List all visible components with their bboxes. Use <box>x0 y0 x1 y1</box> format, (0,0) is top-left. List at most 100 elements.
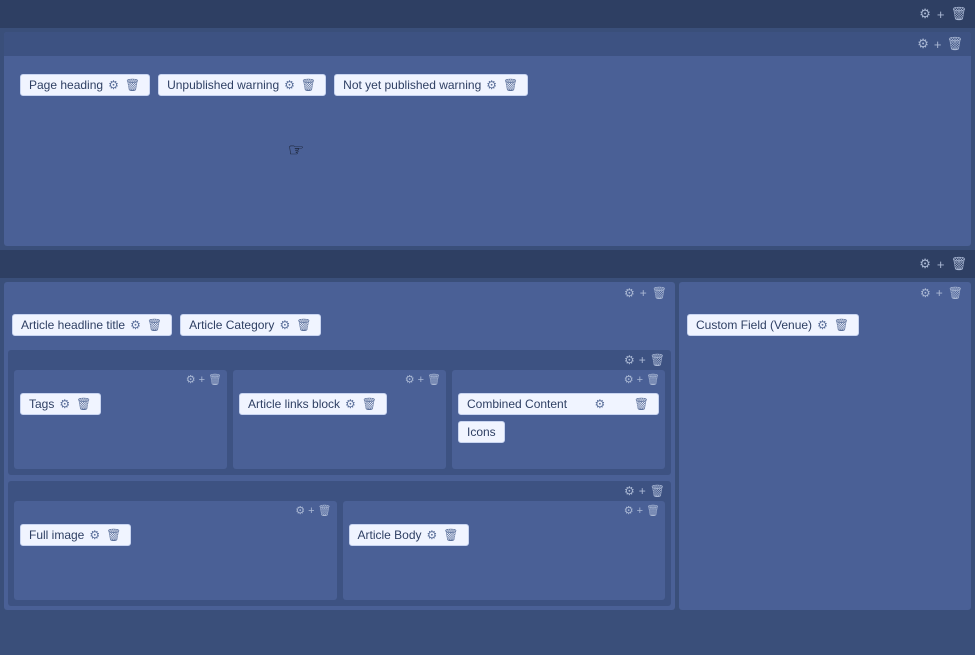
col-article-links-delete-icon[interactable]: 🗑 <box>427 373 441 386</box>
article-body-chip: Article Body ⚙ 🗑 <box>349 524 469 546</box>
subsection2: ⚙ + 🗑 ⚙ + 🗑 <box>8 481 671 606</box>
combined-content-chip: Combined Content ⚙ 🗑 <box>458 393 659 415</box>
subsection1-cols: ⚙ + 🗑 Tags ⚙ 🗑 <box>14 370 665 469</box>
article-headline-gear-icon[interactable]: ⚙ <box>129 318 142 332</box>
section1-content: Page heading ⚙ 🗑 Unpublished warning ⚙ 🗑… <box>4 56 971 246</box>
section2-main-plus-icon[interactable]: + <box>937 257 945 272</box>
custom-field-delete-icon[interactable]: 🗑 <box>833 318 850 332</box>
right-panel-chips: Custom Field (Venue) ⚙ 🗑 <box>679 304 971 346</box>
unpublished-warning-gear-icon[interactable]: ⚙ <box>283 78 296 92</box>
article-headline-chip: Article headline title ⚙ 🗑 <box>12 314 172 336</box>
right-panel-plus-icon[interactable]: + <box>936 286 943 300</box>
col-article-body: ⚙ + 🗑 Article Body ⚙ 🗑 <box>343 501 666 600</box>
article-category-delete-icon[interactable]: 🗑 <box>295 318 312 332</box>
col-combined-delete-icon[interactable]: 🗑 <box>646 373 660 386</box>
subsection2-cols: ⚙ + 🗑 Full image ⚙ 🗑 <box>14 501 665 600</box>
icons-chip: Icons <box>458 421 505 443</box>
combined-content-delete-icon[interactable]: 🗑 <box>633 397 650 411</box>
article-category-chip: Article Category ⚙ 🗑 <box>180 314 321 336</box>
article-category-gear-icon[interactable]: ⚙ <box>278 318 291 332</box>
section1: ⚙ + 🗑 Page heading ⚙ 🗑 Unpublished warni… <box>4 32 971 246</box>
subsection2-plus-icon[interactable]: + <box>639 484 646 498</box>
global-gear-icon[interactable]: ⚙ <box>919 6 931 22</box>
col-tags-delete-icon[interactable]: 🗑 <box>208 373 222 386</box>
page-heading-label: Page heading <box>29 78 103 92</box>
col-full-image-plus-icon[interactable]: + <box>308 504 314 517</box>
global-toolbar: ⚙ + 🗑 <box>0 0 975 28</box>
article-headline-delete-icon[interactable]: 🗑 <box>146 318 163 332</box>
full-image-label: Full image <box>29 528 84 542</box>
combined-content-label: Combined Content <box>467 397 567 411</box>
article-links-chip: Article links block ⚙ 🗑 <box>239 393 387 415</box>
subsection2-delete-icon[interactable]: 🗑 <box>650 484 665 498</box>
article-body-label: Article Body <box>358 528 422 542</box>
col-full-image-gear-icon[interactable]: ⚙ <box>295 504 305 517</box>
col-combined-toolbar: ⚙ + 🗑 <box>452 370 665 389</box>
full-image-delete-icon[interactable]: 🗑 <box>105 528 122 542</box>
left-panel-toolbar: ⚙ + 🗑 <box>4 282 675 304</box>
subsection1-delete-icon[interactable]: 🗑 <box>650 353 665 367</box>
col-combined-gear-icon[interactable]: ⚙ <box>624 373 634 386</box>
section1-gear-icon[interactable]: ⚙ <box>917 36 929 52</box>
cursor-pointer: ☞ <box>288 140 304 161</box>
right-panel: ⚙ + 🗑 Custom Field (Venue) ⚙ 🗑 <box>679 282 971 610</box>
col-combined-inner: Combined Content ⚙ 🗑 Icons <box>452 389 665 469</box>
global-delete-icon[interactable]: 🗑 <box>950 6 967 22</box>
subsection1-toolbar: ⚙ + 🗑 <box>8 350 671 370</box>
article-body-gear-icon[interactable]: ⚙ <box>426 528 439 542</box>
full-image-gear-icon[interactable]: ⚙ <box>88 528 101 542</box>
col-tags-toolbar: ⚙ + 🗑 <box>14 370 227 389</box>
custom-field-label: Custom Field (Venue) <box>696 318 812 332</box>
page-heading-gear-icon[interactable]: ⚙ <box>107 78 120 92</box>
global-plus-icon[interactable]: + <box>937 7 945 22</box>
tags-label: Tags <box>29 397 54 411</box>
combined-content-gear-icon[interactable]: ⚙ <box>594 397 607 411</box>
unpublished-warning-delete-icon[interactable]: 🗑 <box>300 78 317 92</box>
col-article-body-gear-icon[interactable]: ⚙ <box>624 504 634 517</box>
left-panel-plus-icon[interactable]: + <box>640 286 647 300</box>
col-article-links-plus-icon[interactable]: + <box>418 373 424 386</box>
col-full-image-delete-icon[interactable]: 🗑 <box>318 504 332 517</box>
col-full-image: ⚙ + 🗑 Full image ⚙ 🗑 <box>14 501 337 600</box>
subsection2-gear-icon[interactable]: ⚙ <box>624 484 635 498</box>
published-warning-gear-icon[interactable]: ⚙ <box>485 78 498 92</box>
section1-delete-icon[interactable]: 🗑 <box>946 36 963 52</box>
col-article-links-gear-icon[interactable]: ⚙ <box>405 373 415 386</box>
published-warning-chip: Not yet published warning ⚙ 🗑 <box>334 74 528 96</box>
col-combined-content: ⚙ + 🗑 Combined Content ⚙ 🗑 <box>452 370 665 469</box>
left-panel-delete-icon[interactable]: 🗑 <box>652 286 667 300</box>
published-warning-delete-icon[interactable]: 🗑 <box>502 78 519 92</box>
col-tags-plus-icon[interactable]: + <box>199 373 205 386</box>
col-full-image-toolbar: ⚙ + 🗑 <box>14 501 337 520</box>
col-tags-inner: Tags ⚙ 🗑 <box>14 389 227 469</box>
subsection2-toolbar: ⚙ + 🗑 <box>8 481 671 501</box>
section2-main-gear-icon[interactable]: ⚙ <box>919 256 931 272</box>
right-panel-gear-icon[interactable]: ⚙ <box>920 286 931 300</box>
published-warning-label: Not yet published warning <box>343 78 481 92</box>
subsection1-gear-icon[interactable]: ⚙ <box>624 353 635 367</box>
col-article-links: ⚙ + 🗑 Article links block ⚙ 🗑 <box>233 370 446 469</box>
col-article-body-delete-icon[interactable]: 🗑 <box>646 504 660 517</box>
right-panel-delete-icon[interactable]: 🗑 <box>948 286 963 300</box>
tags-delete-icon[interactable]: 🗑 <box>75 397 92 411</box>
left-panel: ⚙ + 🗑 Article headline title ⚙ 🗑 Article… <box>4 282 675 610</box>
article-links-gear-icon[interactable]: ⚙ <box>344 397 357 411</box>
article-links-delete-icon[interactable]: 🗑 <box>361 397 378 411</box>
col-article-body-inner: Article Body ⚙ 🗑 <box>343 520 666 600</box>
col-article-links-toolbar: ⚙ + 🗑 <box>233 370 446 389</box>
article-body-delete-icon[interactable]: 🗑 <box>442 528 459 542</box>
subsection1-plus-icon[interactable]: + <box>639 353 646 367</box>
col-article-body-plus-icon[interactable]: + <box>637 504 643 517</box>
article-category-label: Article Category <box>189 318 274 332</box>
custom-field-gear-icon[interactable]: ⚙ <box>816 318 829 332</box>
col-tags-gear-icon[interactable]: ⚙ <box>186 373 196 386</box>
tags-gear-icon[interactable]: ⚙ <box>58 397 71 411</box>
left-panel-header-chips: Article headline title ⚙ 🗑 Article Categ… <box>4 304 675 346</box>
section1-chips-row: Page heading ⚙ 🗑 Unpublished warning ⚙ 🗑… <box>12 64 963 106</box>
col-combined-plus-icon[interactable]: + <box>637 373 643 386</box>
left-panel-gear-icon[interactable]: ⚙ <box>624 286 635 300</box>
subsection1-inner: ⚙ + 🗑 Tags ⚙ 🗑 <box>8 370 671 475</box>
page-heading-delete-icon[interactable]: 🗑 <box>124 78 141 92</box>
section1-plus-icon[interactable]: + <box>934 37 942 52</box>
section2-main-delete-icon[interactable]: 🗑 <box>950 256 967 272</box>
